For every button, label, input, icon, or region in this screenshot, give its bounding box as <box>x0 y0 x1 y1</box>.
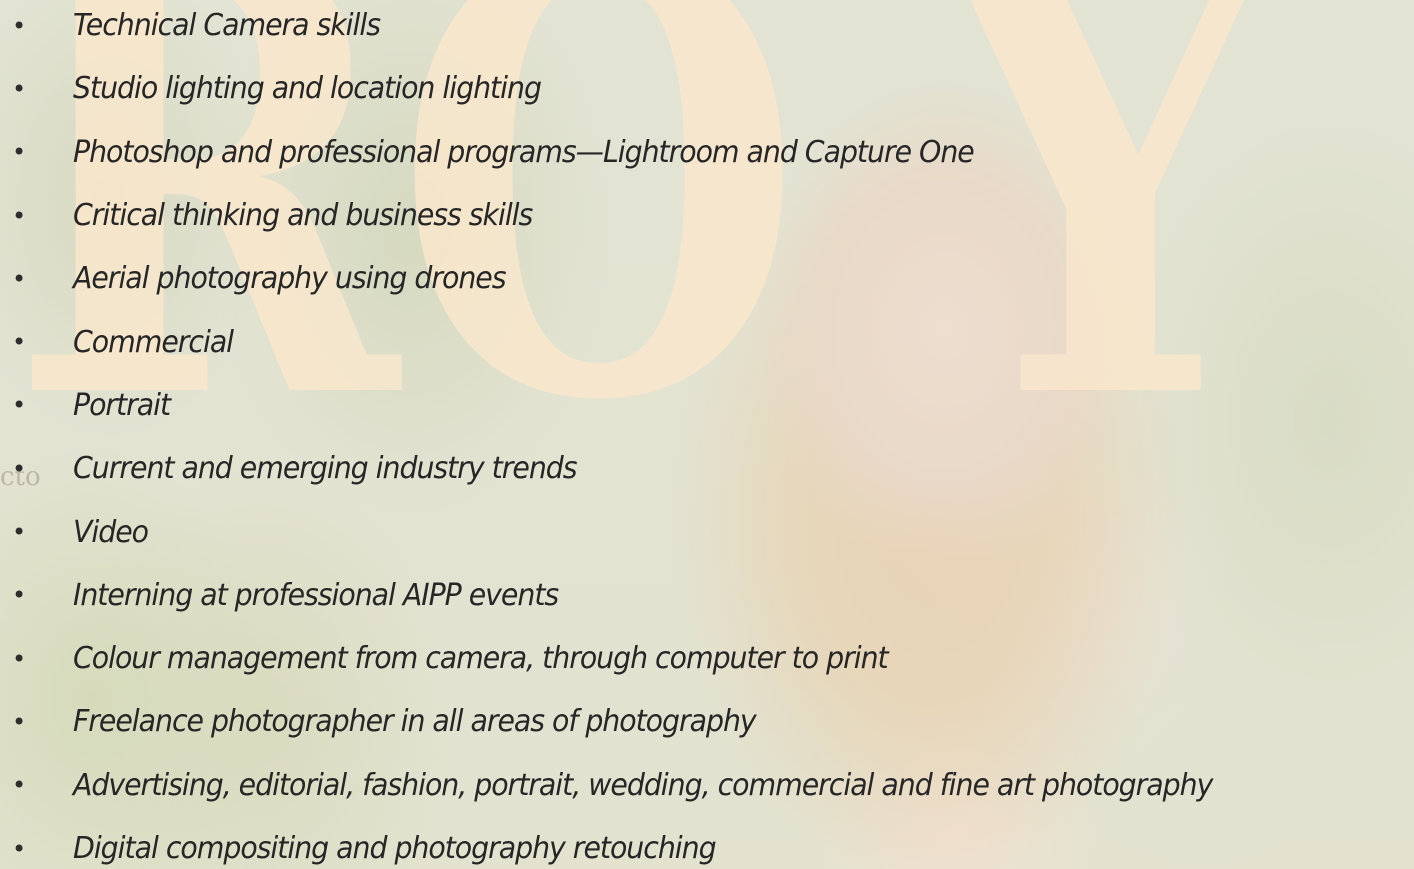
list-item: • Digital compositing and photography re… <box>0 817 1414 869</box>
list-item: • Portrait <box>0 374 1414 437</box>
bullet-icon: • <box>12 707 27 736</box>
bullet-icon: • <box>12 581 27 610</box>
list-item: • Advertising, editorial, fashion, portr… <box>0 754 1414 817</box>
bullet-icon: • <box>12 264 27 293</box>
list-item-text: Digital compositing and photography reto… <box>73 831 717 866</box>
list-item-text: Colour management from camera, through c… <box>73 641 889 677</box>
list-item: • Freelance photographer in all areas of… <box>0 690 1414 753</box>
bullet-icon: • <box>12 11 27 40</box>
list-item-text: Photoshop and professional programs—Ligh… <box>73 134 975 170</box>
list-item-text: Critical thinking and business skills <box>73 198 533 234</box>
list-item: • Colour management from camera, through… <box>0 627 1414 690</box>
bullet-icon: • <box>12 74 27 103</box>
list-item: • Critical thinking and business skills <box>0 184 1414 247</box>
slide: R O Y cto • Technical Camera skills • St… <box>0 0 1414 869</box>
bullet-icon: • <box>12 391 27 420</box>
skills-list: • Technical Camera skills • Studio light… <box>0 0 1414 869</box>
list-item-text: Portrait <box>73 387 171 423</box>
list-item-text: Advertising, editorial, fashion, portrai… <box>73 767 1213 803</box>
bullet-icon: • <box>12 834 27 863</box>
list-item-text: Current and emerging industry trends <box>73 451 578 487</box>
list-item-text: Technical Camera skills <box>73 8 381 44</box>
list-item: • Aerial photography using drones <box>0 247 1414 310</box>
list-item: • Commercial <box>0 310 1414 373</box>
bullet-icon: • <box>12 201 27 230</box>
list-item: • Photoshop and professional programs—Li… <box>0 121 1414 184</box>
list-item: • Technical Camera skills <box>0 0 1414 57</box>
list-item-text: Studio lighting and location lighting <box>73 71 542 107</box>
bullet-icon: • <box>12 644 27 673</box>
list-item: • Interning at professional AIPP events <box>0 564 1414 627</box>
list-item: • Current and emerging industry trends <box>0 437 1414 500</box>
list-item: • Video <box>0 500 1414 563</box>
bullet-icon: • <box>12 138 27 167</box>
list-item-text: Aerial photography using drones <box>73 261 507 297</box>
list-item-text: Video <box>73 514 149 550</box>
list-item-text: Interning at professional AIPP events <box>73 577 559 613</box>
list-item: • Studio lighting and location lighting <box>0 57 1414 120</box>
bullet-icon: • <box>12 328 27 357</box>
bullet-icon: • <box>12 771 27 800</box>
bullet-icon: • <box>12 454 27 483</box>
bullet-icon: • <box>12 518 27 547</box>
list-item-text: Freelance photographer in all areas of p… <box>73 704 757 740</box>
list-item-text: Commercial <box>73 324 234 360</box>
